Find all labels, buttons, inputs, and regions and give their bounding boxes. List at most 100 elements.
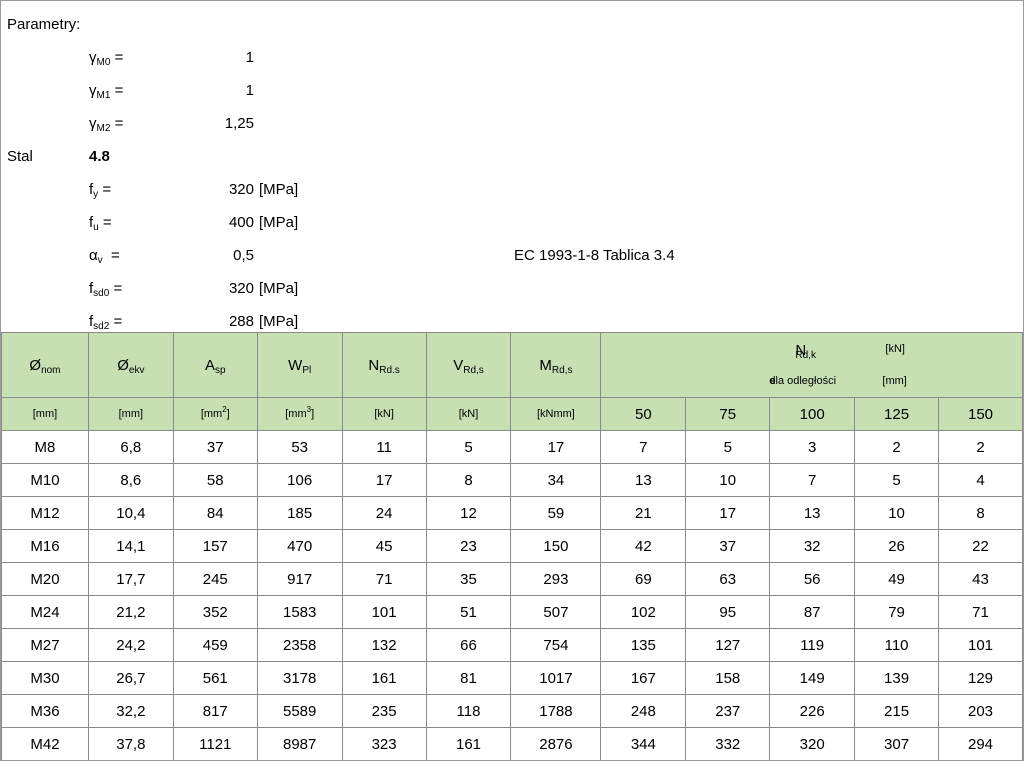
table-cell: 17	[341, 463, 427, 497]
table-cell: 17	[510, 430, 602, 464]
fsd2-unit: [MPa]	[259, 313, 299, 330]
header-cell: Asp	[172, 332, 258, 398]
table-cell: 79	[854, 595, 940, 629]
table-cell: 14,1	[87, 529, 174, 563]
nrdk-header-cell: N Rd,k [kN] dla odległości e [mm]	[600, 332, 1023, 398]
nrdk-unit-mm: [mm]	[882, 375, 907, 387]
fy-label: fy =	[89, 181, 112, 200]
table-cell: 84	[172, 496, 258, 530]
spreadsheet: Parametry: γM0 = 1 γM1 = 1 γM2 = 1,25 St…	[0, 0, 1024, 761]
table-cell: 135	[600, 628, 687, 662]
table-cell: 8	[425, 463, 512, 497]
table-cell: 8,6	[87, 463, 174, 497]
table-cell: 3	[769, 430, 856, 464]
table-cell: 5	[425, 430, 512, 464]
table-row: M42 37,8 1121 8987 323 161 2876 344 332 320 307 294	[1, 727, 1023, 760]
fsd2-value: 288	[228, 313, 254, 330]
table-cell: 323	[341, 727, 427, 760]
header-cell: VRd,s	[425, 332, 512, 398]
table-cell: 127	[685, 628, 771, 662]
gamma-m0-label: γM0 =	[89, 49, 124, 68]
table-cell: 344	[600, 727, 687, 760]
distance-cell: 75	[685, 397, 771, 431]
table-cell: 158	[685, 661, 771, 695]
table-cell: 13	[769, 496, 856, 530]
table-cell: 352	[172, 595, 258, 629]
table-cell: 11	[341, 430, 427, 464]
table-cell: 12	[425, 496, 512, 530]
alpha-v-value: 0,5	[233, 247, 254, 264]
table-cell: 139	[854, 661, 940, 695]
table-cell: 215	[854, 694, 940, 728]
bolt-size-cell: M24	[1, 595, 89, 629]
table-cell: 3178	[256, 661, 343, 695]
table-cell: 37,8	[87, 727, 174, 760]
table-cell: 132	[341, 628, 427, 662]
bolt-capacity-table: Ønom Øekv Asp WPl NRd.s VRd,s MRd,s N Rd,…	[1, 332, 1023, 760]
table-cell: 10	[685, 463, 771, 497]
table-cell: 21,2	[87, 595, 174, 629]
table-row: M10 8,6 58 106 17 8 34 13 10 7 5 4	[1, 463, 1023, 497]
table-cell: 754	[510, 628, 602, 662]
table-cell: 157	[172, 529, 258, 563]
table-cell: 118	[425, 694, 512, 728]
table-cell: 13	[600, 463, 687, 497]
fy-value: 320	[228, 181, 254, 198]
table-cell: 4	[938, 463, 1023, 497]
nrdk-distance-label: dla odległości e	[769, 375, 837, 387]
table-cell: 8	[938, 496, 1023, 530]
table-cell: 167	[600, 661, 687, 695]
fu-unit: [MPa]	[259, 214, 299, 231]
gamma-m1-value: 1	[245, 82, 254, 99]
units-row: [mm] [mm] [mm2] [mm3] [kN] [kN] [kNmm] 5…	[1, 397, 1023, 431]
table-cell: 1121	[172, 727, 258, 760]
table-cell: 1583	[256, 595, 343, 629]
table-cell: 51	[425, 595, 512, 629]
table-cell: 245	[172, 562, 258, 596]
header-cell: MRd,s	[510, 332, 602, 398]
bolt-size-cell: M12	[1, 496, 89, 530]
table-cell: 293	[510, 562, 602, 596]
table-cell: 110	[854, 628, 940, 662]
table-cell: 95	[685, 595, 771, 629]
table-cell: 69	[600, 562, 687, 596]
bolt-size-cell: M16	[1, 529, 89, 563]
table-cell: 34	[510, 463, 602, 497]
table-cell: 24	[341, 496, 427, 530]
table-cell: 63	[685, 562, 771, 596]
fsd0-label: fsd0 =	[89, 280, 123, 299]
table-row: M30 26,7 561 3178 161 81 1017 167 158 149 139 129	[1, 661, 1023, 695]
table-cell: 1788	[510, 694, 602, 728]
gamma-m2-value: 1,25	[224, 115, 254, 132]
table-row: M27 24,2 459 2358 132 66 754 135 127 119 110 101	[1, 628, 1023, 662]
table-cell: 817	[172, 694, 258, 728]
table-cell: 10,4	[87, 496, 174, 530]
table-cell: 35	[425, 562, 512, 596]
table-cell: 294	[938, 727, 1023, 760]
table-cell: 237	[685, 694, 771, 728]
table-cell: 56	[769, 562, 856, 596]
table-cell: 561	[172, 661, 258, 695]
table-cell: 5	[854, 463, 940, 497]
table-cell: 2	[938, 430, 1023, 464]
table-cell: 161	[425, 727, 512, 760]
bolt-size-cell: M27	[1, 628, 89, 662]
table-row: M8 6,8 37 53 11 5 17 7 5 3 2 2	[1, 430, 1023, 464]
table-row: M12 10,4 84 185 24 12 59 21 17 13 10 8	[1, 496, 1023, 530]
table-cell: 459	[172, 628, 258, 662]
table-cell: 7	[769, 463, 856, 497]
table-cell: 917	[256, 562, 343, 596]
unit-cell: [kN]	[341, 397, 427, 431]
table-cell: 2876	[510, 727, 602, 760]
table-cell: 37	[172, 430, 258, 464]
table-cell: 101	[341, 595, 427, 629]
table-cell: 26,7	[87, 661, 174, 695]
unit-cell: [mm3]	[256, 397, 343, 431]
table-cell: 235	[341, 694, 427, 728]
bolt-size-cell: M20	[1, 562, 89, 596]
distance-cell: 150	[938, 397, 1023, 431]
table-cell: 22	[938, 529, 1023, 563]
table-row: M24 21,2 352 1583 101 51 507 102 95 87 79 71	[1, 595, 1023, 629]
table-cell: 66	[425, 628, 512, 662]
gamma-m2-label: γM2 =	[89, 115, 124, 134]
